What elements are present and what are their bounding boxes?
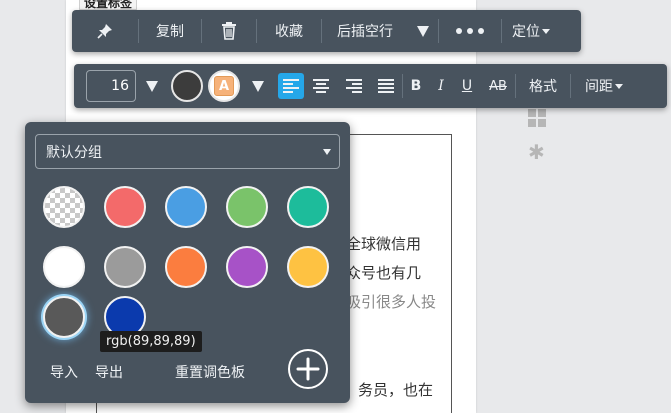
delete-button[interactable] [202, 10, 256, 52]
color-swatch[interactable] [226, 186, 268, 228]
spacing-label: 间距 [585, 79, 613, 95]
color-swatch[interactable] [226, 246, 268, 288]
block-toolbar: 复制 收藏 后插空行 定位 [72, 10, 581, 52]
import-button[interactable]: 导入 [50, 362, 78, 382]
caret-down-icon [146, 80, 158, 92]
locate-label: 定位 [512, 24, 540, 40]
align-justify-button[interactable] [370, 64, 402, 108]
grid-icon[interactable] [527, 108, 547, 133]
font-color-button[interactable] [168, 64, 206, 108]
copy-button[interactable]: 复制 [139, 10, 201, 52]
color-swatch[interactable] [43, 186, 85, 228]
bold-button[interactable]: B [403, 64, 429, 108]
underline-button[interactable]: U [453, 64, 481, 108]
add-color-button[interactable] [288, 349, 328, 389]
background-color-swatch: A [208, 70, 240, 102]
pin-button[interactable] [72, 10, 138, 52]
doc-text-line: 吸引很多人投 [346, 293, 437, 311]
more-icon [456, 28, 484, 34]
color-tooltip: rgb(89,89,89) [100, 331, 202, 352]
export-button[interactable]: 导出 [95, 362, 123, 382]
align-right-icon [346, 79, 362, 93]
align-right-button[interactable] [338, 64, 370, 108]
palette-group-label: 默认分组 [46, 144, 102, 161]
favorite-button[interactable]: 收藏 [257, 10, 321, 52]
color-swatch[interactable] [104, 246, 146, 288]
more-button[interactable] [439, 10, 501, 52]
caret-down-icon [542, 28, 550, 34]
palette-group-select[interactable]: 默认分组 [35, 134, 340, 169]
locate-dropdown[interactable]: 定位 [502, 10, 560, 52]
color-dropdown[interactable] [242, 64, 274, 108]
doc-text-line: 众号也有几 [346, 264, 422, 282]
trash-icon [222, 22, 236, 40]
caret-down-icon [323, 149, 331, 155]
font-color-swatch [171, 70, 203, 102]
color-swatch[interactable] [287, 186, 329, 228]
strikethrough-button[interactable]: AB [481, 64, 515, 108]
spacing-dropdown[interactable]: 间距 [571, 64, 637, 108]
pin-icon [97, 24, 112, 39]
color-swatch[interactable] [104, 186, 146, 228]
align-left-button[interactable] [278, 73, 304, 99]
align-left-icon [283, 79, 299, 93]
align-center-icon [313, 79, 329, 93]
doc-text-line: 全球微信用 [346, 235, 422, 253]
color-palette-panel: 默认分组 rgb(89,89,89) 导入 导出 重置调色板 [25, 122, 350, 403]
text-background-icon: A [214, 76, 234, 96]
align-justify-icon [378, 79, 394, 93]
tag-label: 设置标签 [79, 0, 138, 10]
caret-down-icon [615, 83, 623, 89]
asterisk-icon[interactable]: ✱ [528, 140, 545, 164]
color-swatch[interactable] [165, 186, 207, 228]
color-swatch[interactable] [43, 246, 85, 288]
font-size-dropdown[interactable] [136, 64, 168, 108]
font-size-input[interactable] [86, 70, 136, 102]
insert-dropdown-button[interactable] [408, 10, 438, 52]
caret-down-icon [417, 25, 429, 37]
plus-icon [296, 357, 320, 381]
color-swatch[interactable] [165, 246, 207, 288]
italic-button[interactable]: I [429, 64, 453, 108]
color-swatch[interactable] [43, 296, 85, 338]
doc-text-line: 务员，也在 [358, 381, 434, 399]
format-toolbar: A B I U AB 格式 间距 [74, 64, 667, 108]
align-center-button[interactable] [304, 64, 338, 108]
reset-palette-button[interactable]: 重置调色板 [175, 362, 245, 382]
caret-down-icon [252, 80, 264, 92]
color-swatch[interactable] [287, 246, 329, 288]
format-button[interactable]: 格式 [516, 64, 570, 108]
insert-blank-line-button[interactable]: 后插空行 [322, 10, 408, 52]
background-color-button[interactable]: A [206, 64, 242, 108]
